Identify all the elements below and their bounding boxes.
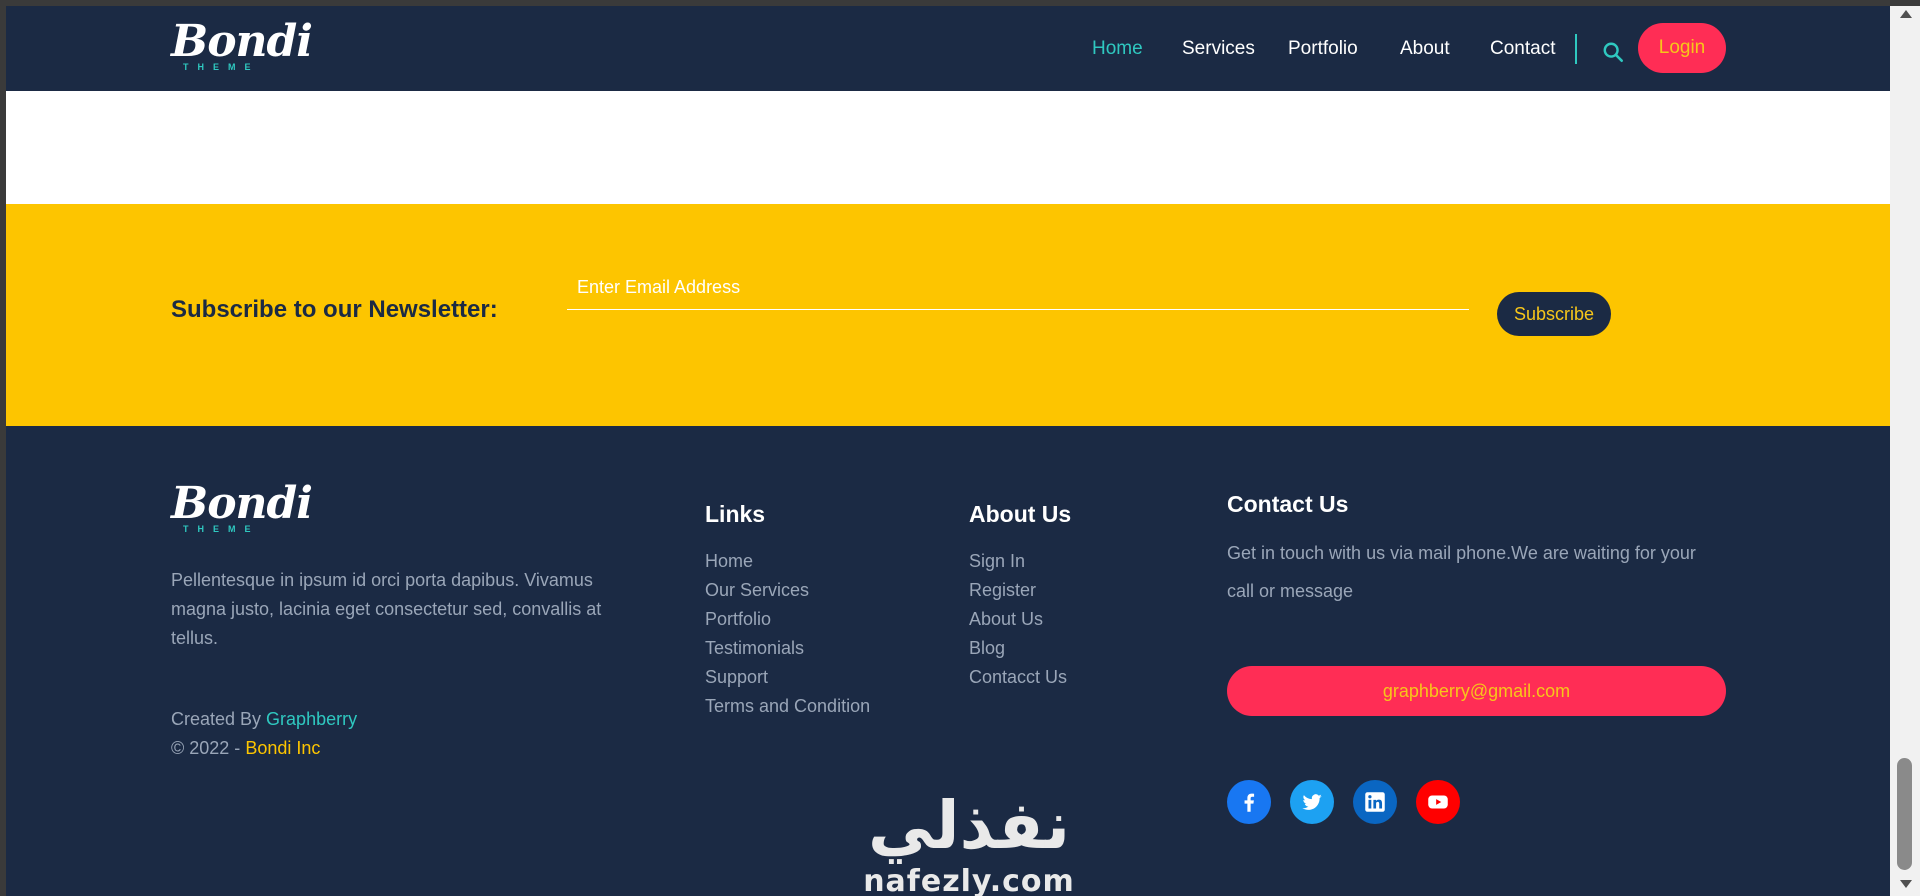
nav-divider xyxy=(1575,34,1577,64)
footer-logo-wordmark: Bondi xyxy=(171,478,313,529)
company-link[interactable]: Bondi Inc xyxy=(245,738,320,758)
page-scrollbar[interactable] xyxy=(1890,6,1920,896)
newsletter-email-input[interactable] xyxy=(567,272,1469,310)
footer-description: Pellentesque in ipsum id orci porta dapi… xyxy=(171,570,602,648)
watermark-arabic: نفذلي xyxy=(868,787,1070,864)
top-navbar: Bondi THEME Home Services Portfolio Abou… xyxy=(6,6,1890,91)
contact-email-button[interactable]: graphberry@gmail.com xyxy=(1227,666,1726,716)
links-list: Home Our Services Portfolio Testimonials… xyxy=(705,547,870,721)
footer-copyright: © 2022 - Bondi Inc xyxy=(171,738,320,759)
newsletter-section: Subscribe to our Newsletter: Enter Email… xyxy=(6,204,1890,426)
newsletter-title: Subscribe to our Newsletter: xyxy=(171,296,498,323)
links-heading: Links xyxy=(705,501,766,527)
about-heading: About Us xyxy=(969,501,1072,527)
search-icon[interactable] xyxy=(1602,41,1624,63)
created-by-link[interactable]: Graphberry xyxy=(266,709,357,729)
footer-link-home[interactable]: Home xyxy=(705,547,870,576)
about-list: Sign In Register About Us Blog Contacct … xyxy=(969,547,1067,692)
contact-description: Get in touch with us via mail phone.We a… xyxy=(1227,543,1696,601)
nav-contact[interactable]: Contact xyxy=(1490,38,1555,60)
footer-link-portfolio[interactable]: Portfolio xyxy=(705,605,870,634)
page: Bondi THEME Home Services Portfolio Abou… xyxy=(6,6,1890,896)
footer-link-terms[interactable]: Terms and Condition xyxy=(705,692,870,721)
content-area-end xyxy=(6,91,1890,204)
subscribe-button[interactable]: Subscribe xyxy=(1497,292,1611,336)
scroll-down-arrow-icon[interactable] xyxy=(1900,880,1912,888)
scroll-thumb[interactable] xyxy=(1897,758,1912,870)
footer-logo[interactable]: Bondi THEME xyxy=(171,478,313,542)
watermark-latin: nafezly.com xyxy=(863,864,1075,896)
nav-services[interactable]: Services xyxy=(1182,38,1255,60)
footer-link-sign-in[interactable]: Sign In xyxy=(969,547,1067,576)
linkedin-icon[interactable] xyxy=(1353,780,1397,824)
footer-link-register[interactable]: Register xyxy=(969,576,1067,605)
nav-home[interactable]: Home xyxy=(1092,38,1143,60)
contact-heading: Contact Us xyxy=(1227,491,1349,517)
logo-wordmark: Bondi xyxy=(171,16,313,67)
nav-portfolio[interactable]: Portfolio xyxy=(1288,38,1358,60)
footer-created-by: Created By Graphberry xyxy=(171,709,357,730)
site-logo[interactable]: Bondi THEME xyxy=(171,16,313,80)
youtube-icon[interactable] xyxy=(1416,780,1460,824)
login-button[interactable]: Login xyxy=(1638,23,1726,73)
nafezly-watermark: نفذلي nafezly.com xyxy=(844,788,1094,896)
created-prefix: Created By xyxy=(171,709,267,729)
nav-about[interactable]: About xyxy=(1400,38,1450,60)
footer-link-testimonials[interactable]: Testimonials xyxy=(705,634,870,663)
facebook-icon[interactable] xyxy=(1227,780,1271,824)
twitter-icon[interactable] xyxy=(1290,780,1334,824)
footer-link-our-services[interactable]: Our Services xyxy=(705,576,870,605)
site-footer: Bondi THEME Pellentesque in ipsum id orc… xyxy=(6,426,1890,896)
copyright-prefix: © 2022 - xyxy=(171,738,246,758)
footer-link-support[interactable]: Support xyxy=(705,663,870,692)
footer-link-blog[interactable]: Blog xyxy=(969,634,1067,663)
scroll-up-arrow-icon[interactable] xyxy=(1900,10,1912,18)
footer-link-contact-us[interactable]: Contacct Us xyxy=(969,663,1067,692)
footer-link-about-us[interactable]: About Us xyxy=(969,605,1067,634)
